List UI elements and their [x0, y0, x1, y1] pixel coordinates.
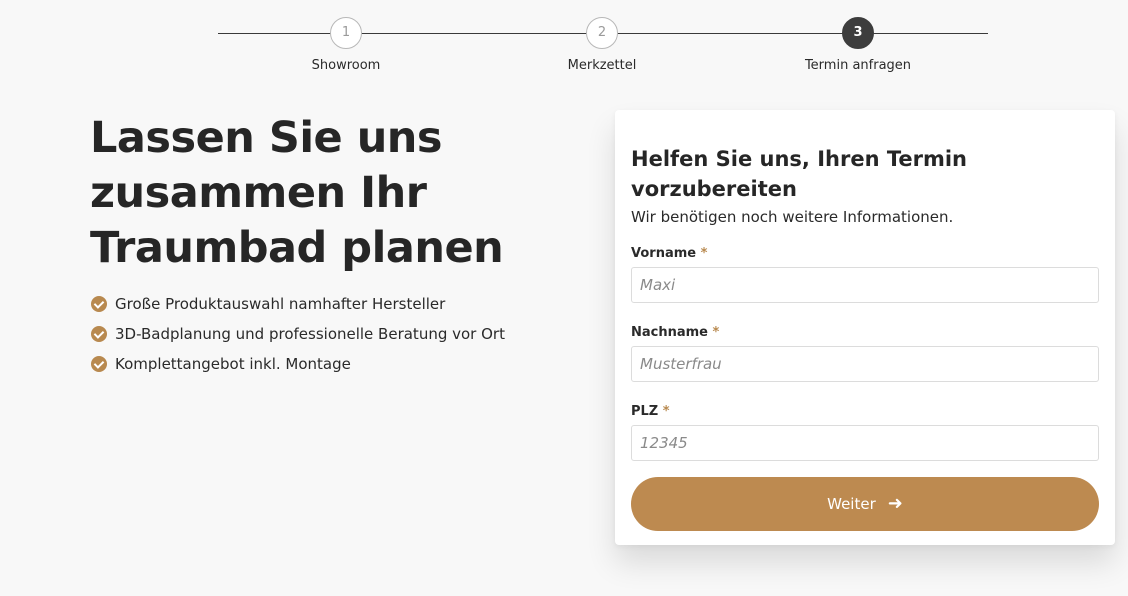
check-circle-icon [91, 356, 107, 372]
form-title: Helfen Sie uns, Ihren Termin vorzubereit… [631, 147, 968, 201]
last-name-label: Nachname [631, 325, 709, 340]
first-name-input[interactable] [631, 267, 1099, 303]
field-last-name: Nachname * [631, 325, 1099, 382]
step-number-2: 2 [586, 17, 618, 49]
progress-stepper: 1 Showroom 2 Merkzettel 3 Termin anfrage… [218, 17, 988, 77]
step-showroom[interactable]: 1 Showroom [266, 17, 426, 73]
field-first-name: Vorname * [631, 246, 1099, 303]
zip-input[interactable] [631, 425, 1099, 461]
step-label-merkzettel: Merkzettel [567, 58, 637, 73]
benefit-item: Komplettangebot inkl. Montage [91, 349, 505, 379]
check-circle-icon [91, 326, 107, 342]
step-number-1: 1 [330, 17, 362, 49]
benefit-item: Große Produktauswahl namhafter Herstelle… [91, 289, 505, 319]
last-name-input[interactable] [631, 346, 1099, 382]
required-marker: * [662, 404, 670, 419]
benefit-text: 3D-Badplanung und professionelle Beratun… [115, 325, 505, 343]
required-marker: * [700, 246, 708, 261]
step-termin-anfragen[interactable]: 3 Termin anfragen [778, 17, 938, 73]
step-label-showroom: Showroom [311, 58, 381, 73]
appointment-form: Helfen Sie uns, Ihren Termin vorzubereit… [615, 110, 1115, 545]
field-zip: PLZ * [631, 404, 1099, 461]
check-circle-icon [91, 296, 107, 312]
required-marker: * [712, 325, 720, 340]
benefits-list: Große Produktauswahl namhafter Herstelle… [91, 289, 505, 379]
next-button-label: Weiter [827, 495, 876, 513]
benefit-item: 3D-Badplanung und professionelle Beratun… [91, 319, 505, 349]
benefit-text: Komplettangebot inkl. Montage [115, 355, 351, 373]
appointment-page: 1 Showroom 2 Merkzettel 3 Termin anfrage… [0, 0, 1128, 596]
first-name-label: Vorname [631, 246, 697, 261]
next-button[interactable]: Weiter ➜ [631, 477, 1099, 531]
form-subtitle: Wir benötigen noch weitere Informationen… [631, 208, 954, 226]
step-number-3: 3 [842, 17, 874, 49]
step-merkzettel[interactable]: 2 Merkzettel [522, 17, 682, 73]
benefit-text: Große Produktauswahl namhafter Herstelle… [115, 295, 446, 313]
zip-label: PLZ [631, 404, 659, 419]
step-label-termin: Termin anfragen [804, 58, 912, 73]
arrow-right-icon: ➜ [887, 493, 903, 514]
hero-title: Lassen Sie uns zusammen Ihr Traumbad pla… [90, 113, 504, 273]
